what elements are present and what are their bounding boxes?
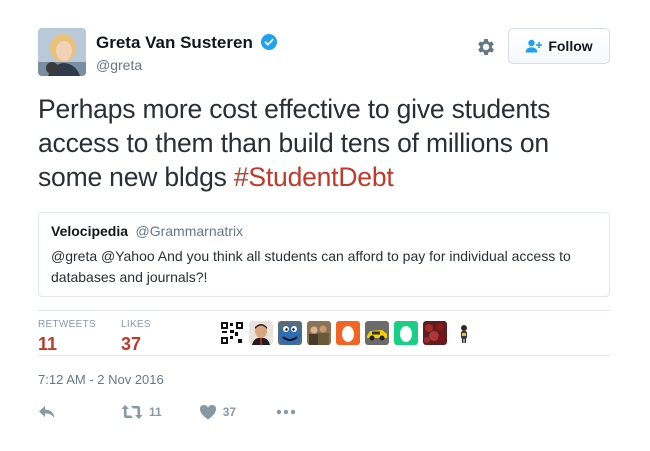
quoted-tweet[interactable]: Velocipedia @Grammarnatrix @greta @Yahoo… (38, 212, 610, 297)
hashtag-link[interactable]: #StudentDebt (234, 162, 394, 192)
orange-egg-avatar[interactable] (336, 321, 360, 345)
likes-stat[interactable]: LIKES 37 (121, 319, 151, 355)
quoted-display-name: Velocipedia (51, 223, 129, 239)
retweets-count: 11 (38, 334, 58, 354)
reply-button[interactable] (38, 404, 56, 420)
author-names: Greta Van Susteren @greta (96, 33, 278, 73)
flowers-avatar[interactable] (423, 321, 447, 345)
tweet-actions: 11 37 (38, 401, 296, 423)
likers-list (220, 321, 481, 345)
qr-code-avatar[interactable] (220, 321, 244, 345)
more-button[interactable] (276, 409, 296, 415)
retweets-stat[interactable]: RETWEETS 11 (38, 319, 96, 355)
like-button[interactable]: 37 (199, 404, 236, 420)
retweet-button[interactable]: 11 (121, 404, 162, 420)
heart-icon (199, 405, 216, 420)
reply-icon (39, 406, 55, 418)
likes-count: 37 (121, 334, 142, 354)
tweet-text: Perhaps more cost effective to give stud… (38, 92, 618, 194)
retweets-label: RETWEETS (38, 319, 96, 330)
quoted-text: @greta @Yahoo And you think all students… (51, 248, 571, 285)
tweet-header: Greta Van Susteren @greta Follow (38, 28, 613, 78)
group-photo-avatar[interactable] (307, 321, 331, 345)
gear-icon[interactable] (475, 36, 497, 58)
add-user-icon (525, 39, 543, 53)
green-egg-avatar[interactable] (394, 321, 418, 345)
follow-button-label: Follow (548, 38, 593, 54)
follow-button[interactable]: Follow (508, 28, 610, 64)
cookie-monster-avatar[interactable] (278, 321, 302, 345)
quoted-handle: @Grammarnatrix (135, 223, 244, 239)
likes-label: LIKES (121, 319, 151, 330)
tweet-stats: RETWEETS 11 LIKES 37 (38, 310, 610, 356)
retweet-count: 11 (149, 405, 162, 419)
retweet-icon (121, 405, 143, 419)
author-display-name[interactable]: Greta Van Susteren (96, 33, 253, 53)
person-avatar[interactable] (249, 321, 273, 345)
like-count: 37 (222, 405, 237, 419)
small-figure-avatar[interactable] (452, 321, 476, 345)
more-dots-icon (276, 409, 296, 415)
tweet-timestamp[interactable]: 7:12 AM - 2 Nov 2016 (38, 372, 164, 387)
author-handle[interactable]: @greta (96, 57, 277, 73)
yellow-car-avatar[interactable] (365, 321, 389, 345)
verified-badge-icon (261, 34, 278, 50)
author-avatar[interactable] (38, 28, 86, 76)
